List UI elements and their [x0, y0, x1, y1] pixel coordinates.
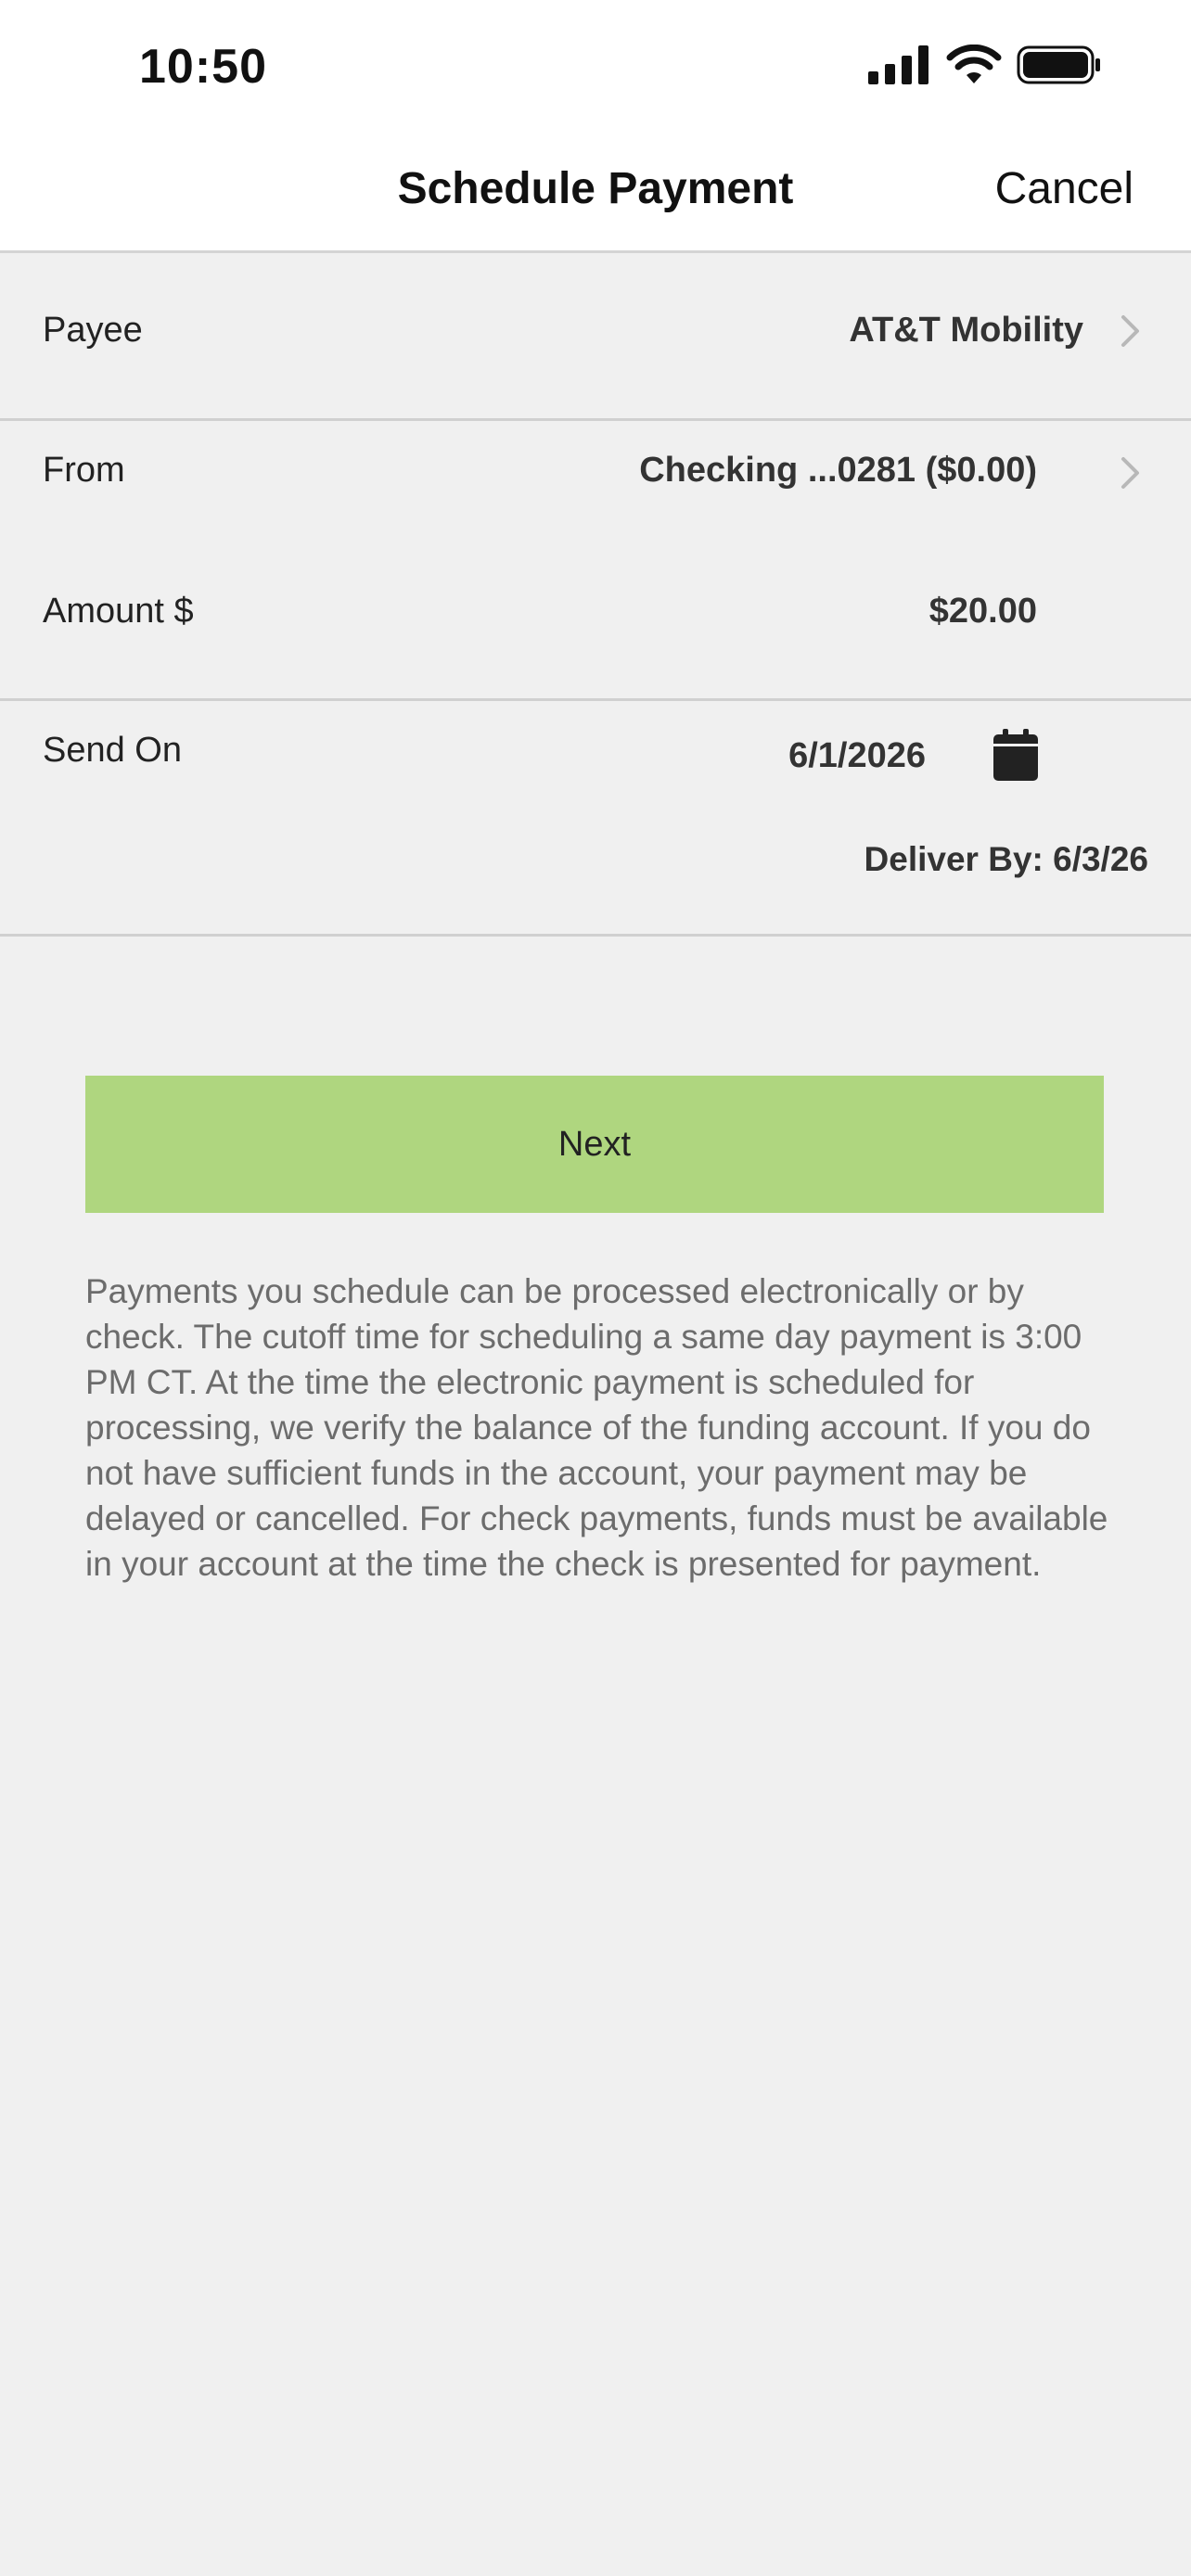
send-on-label: Send On — [43, 731, 182, 770]
divider — [0, 934, 1191, 937]
amount-field[interactable]: $20.00 — [929, 592, 1037, 631]
battery-icon — [1017, 45, 1102, 89]
from-account-value: Checking ...0281 ($0.00) — [639, 451, 1037, 490]
deliver-by-date: Deliver By: 6/3/26 — [864, 840, 1148, 878]
payee-label: Payee — [43, 311, 143, 350]
wifi-icon — [946, 44, 1002, 90]
next-button[interactable]: Next — [85, 1076, 1104, 1213]
calendar-icon[interactable] — [992, 729, 1039, 785]
status-time: 10:50 — [139, 40, 267, 94]
status-icons — [868, 44, 1102, 90]
payee-row[interactable]: Payee AT&T Mobility — [0, 253, 1191, 420]
send-on-row: Send On 6/1/2026 Deliver By: 6/3/26 — [0, 701, 1191, 935]
from-label: From — [43, 451, 125, 490]
send-on-date-field[interactable]: 6/1/2026 — [788, 736, 926, 776]
chevron-right-icon — [1119, 454, 1143, 491]
status-bar: 10:50 — [0, 0, 1191, 139]
cellular-signal-icon — [868, 45, 931, 89]
from-row[interactable]: From Checking ...0281 ($0.00) — [0, 421, 1191, 560]
nav-bar: Schedule Payment Cancel — [0, 139, 1191, 253]
amount-label: Amount $ — [43, 592, 194, 631]
disclaimer-text: Payments you schedule can be processed e… — [85, 1272, 1108, 1583]
amount-row: Amount $ $20.00 — [0, 560, 1191, 699]
payee-value: AT&T Mobility — [849, 311, 1083, 350]
cancel-button[interactable]: Cancel — [995, 163, 1133, 214]
chevron-right-icon — [1119, 312, 1143, 350]
